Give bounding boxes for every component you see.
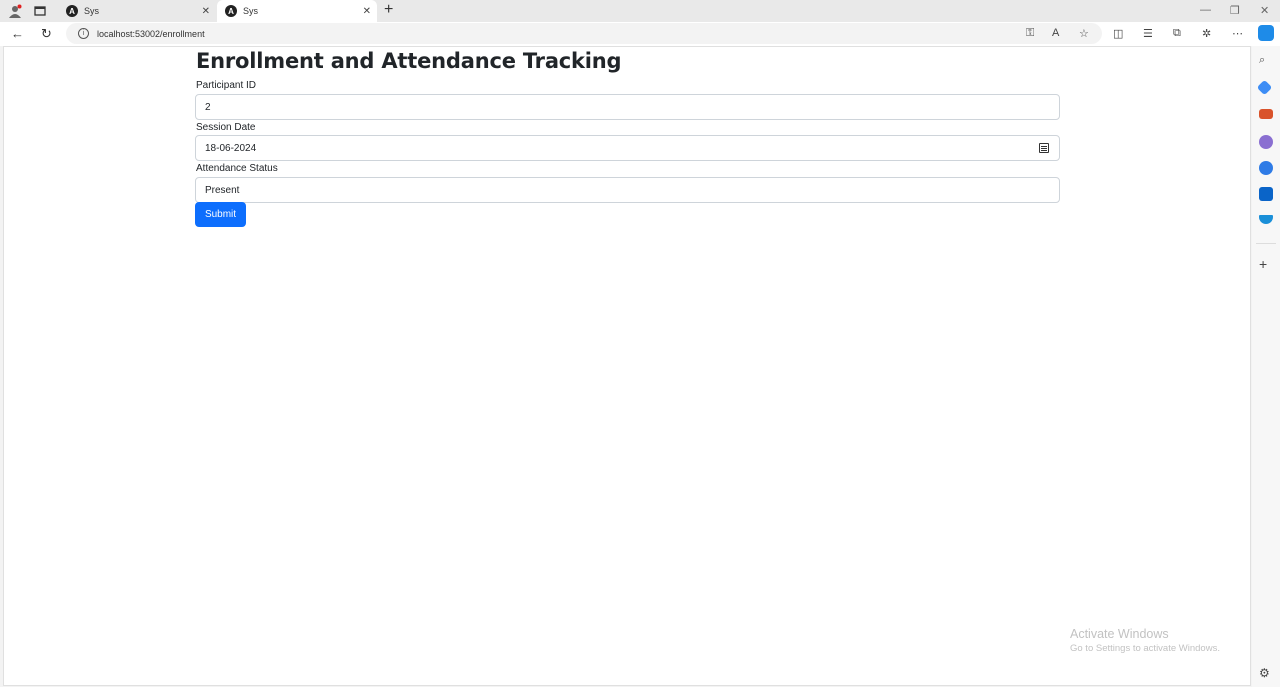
address-bar[interactable]: i localhost:53002/enrollment [66, 23, 1102, 44]
close-window-icon[interactable]: ✕ [1260, 4, 1269, 17]
key-icon[interactable]: ⚿ [1026, 27, 1034, 40]
calendar-icon[interactable] [1039, 143, 1049, 153]
tab-sys-1[interactable]: A Sys ✕ [58, 0, 216, 22]
refresh-icon[interactable]: ↻ [41, 26, 52, 42]
profile-icon[interactable] [7, 3, 23, 19]
attendance-status-input[interactable]: Present [195, 177, 1060, 203]
tools-icon[interactable] [1259, 109, 1273, 119]
minimize-icon[interactable]: — [1200, 4, 1211, 16]
collections-icon[interactable]: ⧉ [1173, 27, 1181, 40]
participant-id-value: 2 [205, 101, 211, 113]
session-date-value: 18-06-2024 [205, 142, 257, 154]
participant-id-input[interactable]: 2 [195, 94, 1060, 120]
extensions-icon[interactable]: ✲ [1202, 27, 1211, 40]
activate-windows-watermark: Activate Windows Go to Settings to activ… [1070, 627, 1220, 654]
info-icon[interactable]: i [78, 28, 89, 39]
attendance-status-label: Attendance Status [196, 163, 278, 174]
settings-gear-icon[interactable]: ⚙ [1259, 666, 1273, 680]
tab-actions-icon[interactable] [32, 3, 48, 19]
add-icon[interactable]: + [1259, 257, 1273, 271]
drop-icon[interactable] [1259, 215, 1273, 224]
back-icon[interactable]: ← [11, 26, 24, 41]
restore-icon[interactable]: ❐ [1230, 4, 1240, 17]
copilot-icon[interactable] [1258, 25, 1274, 41]
page-content: Enrollment and Attendance Tracking Parti… [3, 46, 1251, 686]
angular-icon: A [66, 5, 78, 17]
new-tab-button[interactable]: + [384, 1, 393, 19]
people-icon[interactable] [1259, 135, 1273, 149]
tab-sys-2[interactable]: A Sys ✕ [217, 0, 377, 22]
tab-label: Sys [84, 6, 100, 16]
close-icon[interactable]: ✕ [202, 6, 210, 17]
submit-button[interactable]: Submit [195, 202, 246, 227]
favorites-icon[interactable]: ☰ [1143, 27, 1153, 40]
participant-id-label: Participant ID [196, 80, 257, 91]
close-icon[interactable]: ✕ [363, 6, 371, 17]
more-icon[interactable]: ⋯ [1232, 27, 1243, 40]
address-url[interactable]: localhost:53002/enrollment [97, 29, 205, 39]
page-title: Enrollment and Attendance Tracking [196, 49, 622, 73]
office-icon[interactable] [1259, 161, 1273, 175]
outlook-icon[interactable] [1259, 187, 1273, 201]
sidebar-divider [1256, 243, 1276, 244]
edge-sidebar: ⌕ + ⚙ [1252, 46, 1280, 687]
attendance-status-value: Present [205, 184, 240, 196]
session-date-label: Session Date [196, 122, 256, 133]
favorite-star-icon[interactable]: ☆ [1079, 27, 1089, 40]
search-icon[interactable]: ⌕ [1259, 54, 1273, 68]
tab-bar: A Sys ✕ A Sys ✕ + — ❐ ✕ [0, 0, 1280, 22]
browser-toolbar: ← ↻ i localhost:53002/enrollment ⚿ A ☆ ◫… [0, 22, 1280, 46]
angular-icon: A [225, 5, 237, 17]
tab-label: Sys [243, 6, 259, 16]
read-aloud-icon[interactable]: A [1052, 27, 1059, 39]
watermark-title: Activate Windows [1070, 627, 1169, 641]
shopping-icon[interactable] [1256, 79, 1273, 96]
watermark-subtitle: Go to Settings to activate Windows. [1070, 643, 1220, 654]
split-screen-icon[interactable]: ◫ [1113, 27, 1123, 40]
session-date-input[interactable]: 18-06-2024 [195, 135, 1060, 161]
